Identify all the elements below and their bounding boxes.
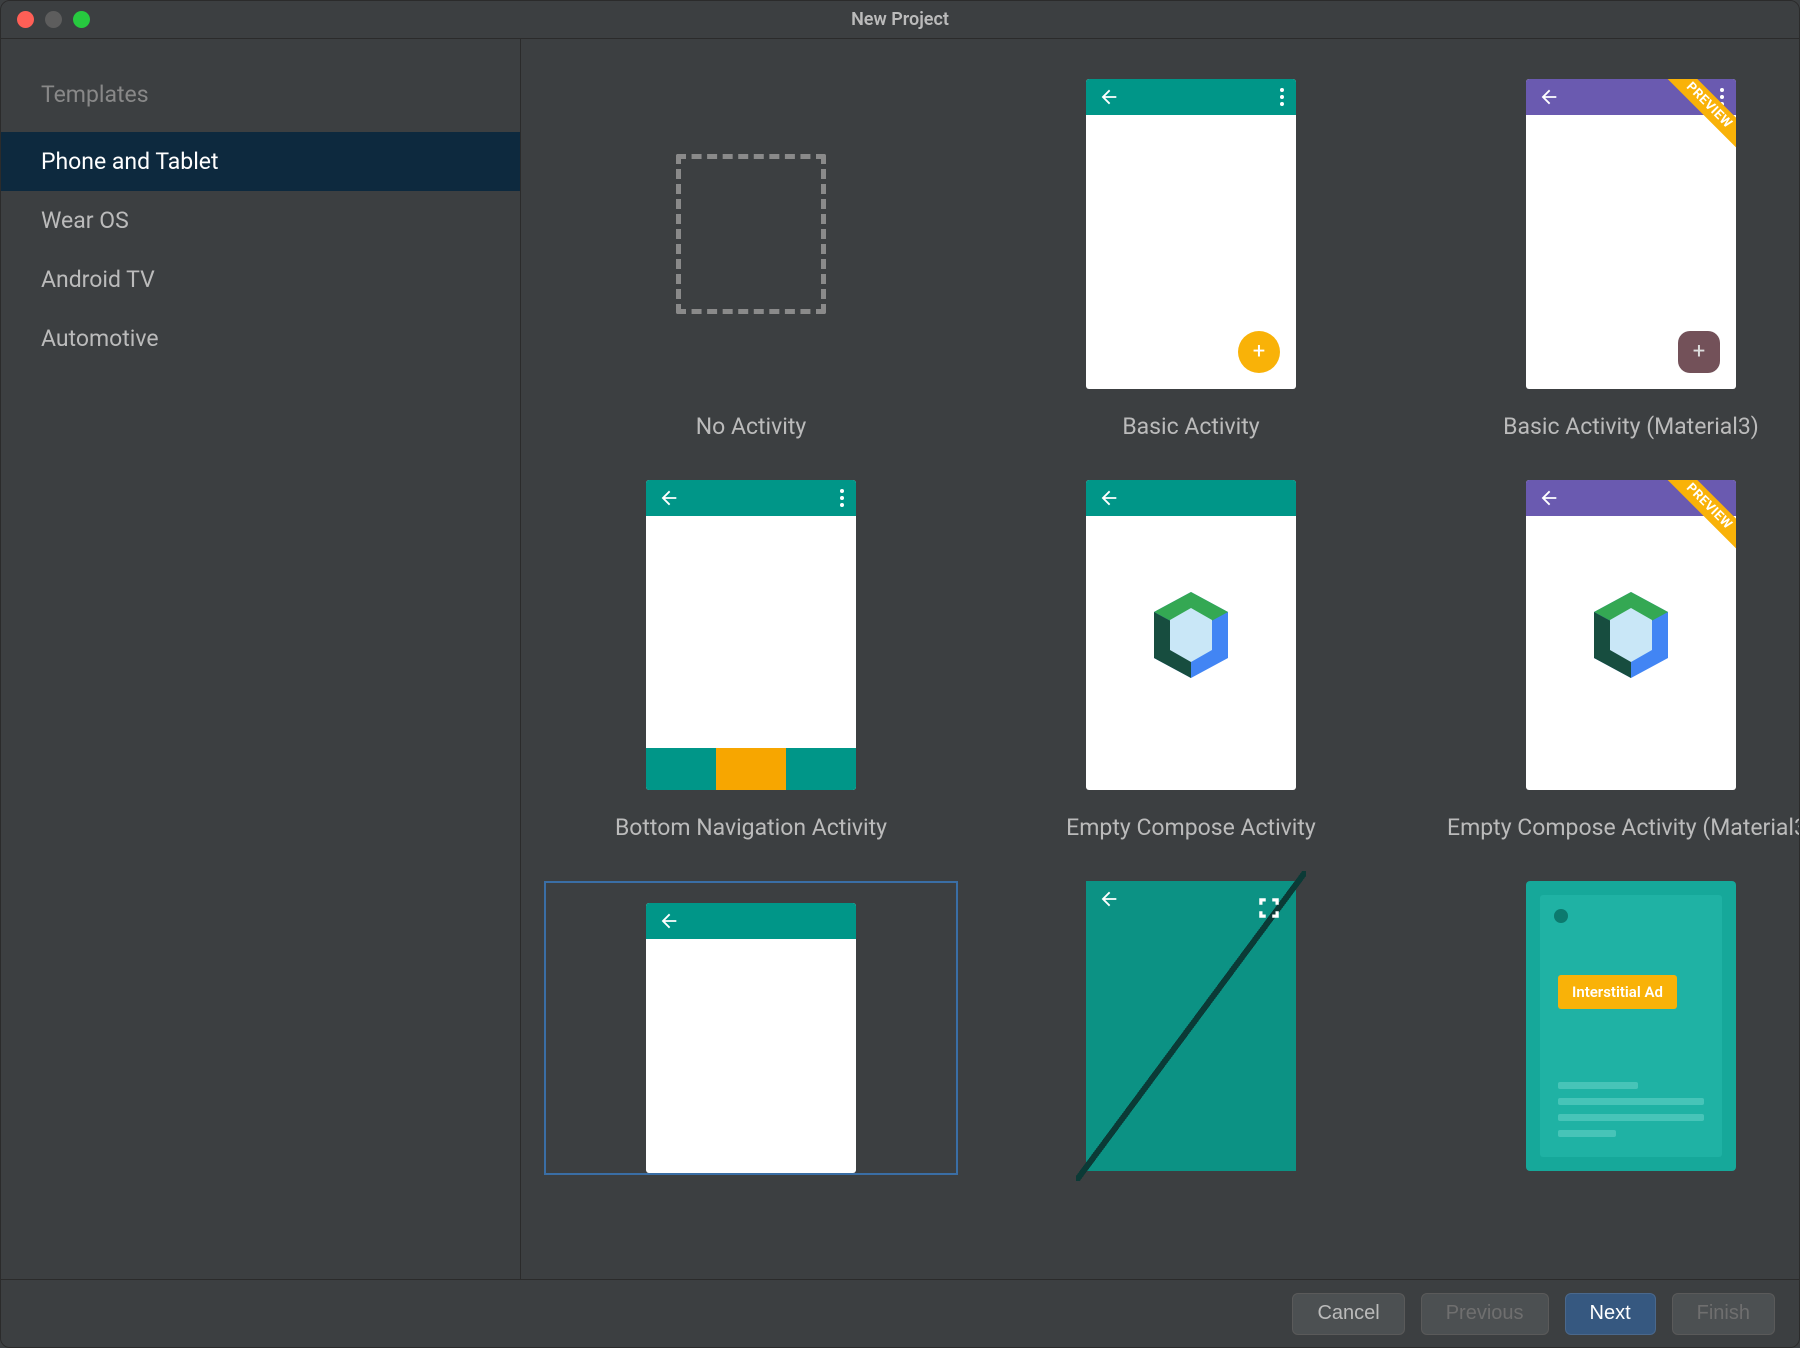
template-empty-compose-activity-material3[interactable]: PREVIEW Empty Compose Activity (Material… (1421, 480, 1799, 841)
template-thumbnail: PREVIEW + (1526, 79, 1736, 389)
ad-button-label: Interstitial Ad (1558, 975, 1677, 1009)
compose-logo-icon (1590, 590, 1672, 680)
template-thumbnail (646, 903, 856, 1173)
body: Templates Phone and Tablet Wear OS Andro… (1, 39, 1799, 1279)
template-label: No Activity (696, 413, 807, 440)
template-basic-activity-material3[interactable]: PREVIEW + Basic Activity (Material3) (1421, 79, 1799, 440)
cancel-button[interactable]: Cancel (1292, 1293, 1404, 1335)
sidebar: Templates Phone and Tablet Wear OS Andro… (1, 39, 521, 1279)
status-dot-icon (1554, 909, 1568, 923)
template-basic-activity[interactable]: + Basic Activity (981, 79, 1401, 440)
new-project-window: New Project Templates Phone and Tablet W… (0, 0, 1800, 1348)
selection-highlight (544, 881, 958, 1175)
previous-button: Previous (1421, 1293, 1549, 1335)
template-thumbnail: + (1086, 79, 1296, 389)
compose-logo-icon (1150, 590, 1232, 680)
appbar (1086, 79, 1296, 115)
template-label: Empty Compose Activity (Material3) (1447, 814, 1799, 841)
template-label: Empty Compose Activity (1066, 814, 1316, 841)
template-thumbnail (1086, 881, 1296, 1171)
template-bottom-navigation-activity[interactable]: Bottom Navigation Activity (541, 480, 961, 841)
template-empty-compose-activity[interactable]: Empty Compose Activity (981, 480, 1401, 841)
template-admob-activity[interactable]: Interstitial Ad Google AdMob Ads Activit… (1421, 881, 1799, 1175)
sidebar-item-phone-and-tablet[interactable]: Phone and Tablet (1, 132, 520, 191)
back-arrow-icon (1538, 86, 1560, 108)
appbar (1086, 480, 1296, 516)
fullscreen-icon (1256, 895, 1282, 921)
back-arrow-icon (1538, 487, 1560, 509)
window-controls (1, 11, 90, 28)
template-label: Basic Activity (Material3) (1503, 413, 1759, 440)
sidebar-item-wear-os[interactable]: Wear OS (1, 191, 520, 250)
template-label: Basic Activity (1122, 413, 1259, 440)
appbar (646, 903, 856, 939)
next-button[interactable]: Next (1565, 1293, 1656, 1335)
templates-grid: No Activity + Basic Activity (541, 79, 1779, 1175)
back-arrow-icon (658, 487, 680, 509)
zoom-window-button[interactable] (73, 11, 90, 28)
finish-button: Finish (1672, 1293, 1775, 1335)
titlebar: New Project (1, 1, 1799, 39)
fab-icon: + (1678, 331, 1720, 373)
template-empty-activity[interactable]: Empty Activity (541, 881, 961, 1175)
appbar (646, 480, 856, 516)
sidebar-item-android-tv[interactable]: Android TV (1, 250, 520, 309)
overflow-menu-icon (1280, 88, 1284, 106)
template-fullscreen-activity[interactable]: Fullscreen Activity (981, 881, 1401, 1175)
close-window-button[interactable] (17, 11, 34, 28)
sidebar-item-automotive[interactable]: Automotive (1, 309, 520, 368)
back-arrow-icon (1098, 86, 1120, 108)
bottom-nav-icon (646, 748, 856, 790)
fab-icon: + (1238, 331, 1280, 373)
minimize-window-button (45, 11, 62, 28)
dashed-placeholder-icon (676, 154, 826, 314)
overflow-menu-icon (840, 489, 844, 507)
back-arrow-icon (1098, 487, 1120, 509)
template-thumbnail (646, 79, 856, 389)
template-thumbnail: Interstitial Ad (1526, 881, 1736, 1171)
window-title: New Project (1, 9, 1799, 30)
template-label: Bottom Navigation Activity (615, 814, 887, 841)
template-no-activity[interactable]: No Activity (541, 79, 961, 440)
sidebar-header: Templates (1, 69, 520, 132)
templates-panel: No Activity + Basic Activity (521, 39, 1799, 1279)
text-lines-decoration (1558, 1082, 1704, 1137)
back-arrow-icon (658, 910, 680, 932)
footer: Cancel Previous Next Finish (1, 1279, 1799, 1347)
template-thumbnail (1086, 480, 1296, 790)
template-thumbnail (646, 480, 856, 790)
template-thumbnail: PREVIEW (1526, 480, 1736, 790)
